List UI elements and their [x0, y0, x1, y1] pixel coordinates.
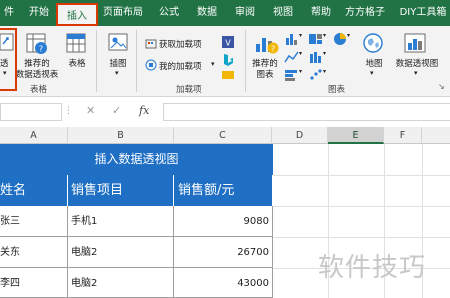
svg-text:?: ? [271, 45, 275, 54]
formula-input[interactable] [163, 103, 450, 121]
name-box-separator-icon: ⋮ [64, 106, 73, 116]
pie-chart-icon[interactable] [332, 32, 348, 46]
enter-icon[interactable]: ✓ [112, 104, 121, 117]
tab-view[interactable]: 视图 [266, 0, 300, 26]
pivot-chart-icon [404, 33, 426, 53]
table-cell-amount[interactable]: 26700 [174, 237, 273, 268]
tab-file[interactable]: 件 [0, 0, 18, 26]
chevron-down-icon[interactable]: ▾ [323, 50, 326, 57]
tab-help[interactable]: 帮助 [304, 0, 338, 26]
table-cell-name[interactable]: 关东 [0, 237, 68, 268]
illustrations-button-label[interactable]: 插图 [106, 57, 130, 69]
table-cell-amount[interactable]: 43000 [174, 268, 273, 298]
table-cell-name[interactable]: 张三 [0, 206, 68, 237]
tab-fangfang[interactable]: 方方格子 [340, 0, 390, 26]
column-header-e[interactable]: E [328, 127, 384, 144]
table-cell-item[interactable]: 电脑2 [68, 237, 174, 268]
map-chart-icon [363, 33, 383, 53]
illustrations-icon [108, 33, 128, 51]
formula-bar: ⋮ ✕ ✓ fx [0, 101, 450, 123]
recommended-pivot-label-2[interactable]: 数据透视表 [15, 68, 59, 80]
chevron-down-icon[interactable]: ▾ [299, 50, 302, 57]
addin-bing-icon[interactable] [221, 53, 235, 67]
recommended-pivot-icon: ? [26, 33, 47, 54]
tab-diy-toolbox[interactable]: DIY工具箱 [396, 0, 450, 26]
column-header-b[interactable]: B [68, 127, 174, 144]
chevron-down-icon[interactable]: ▾ [347, 32, 350, 39]
hierarchy-chart-icon[interactable] [308, 32, 324, 46]
addin-people-icon[interactable] [221, 70, 235, 80]
svg-text:V: V [225, 39, 231, 48]
ribbon-insert: 透 ▾ ? 推荐的 数据透视表 表格 表格 插图 ▾ 获取加载项 我的加载项 ▾… [0, 26, 450, 97]
group-charts-label: 图表 [328, 85, 346, 95]
line-chart-icon[interactable] [284, 50, 300, 64]
group-table-label: 表格 [30, 85, 48, 95]
my-addins-button[interactable]: 我的加载项 [159, 60, 202, 72]
header-name[interactable]: 姓名 [0, 175, 68, 206]
chevron-down-icon[interactable]: ▾ [323, 32, 326, 39]
column-header-f[interactable]: F [384, 127, 422, 144]
my-addins-icon [145, 59, 157, 71]
get-addins-button[interactable]: 获取加载项 [159, 38, 202, 50]
header-item[interactable]: 销售项目 [68, 175, 174, 206]
chevron-down-icon[interactable]: ▾ [370, 69, 374, 77]
dialog-launcher-icon[interactable]: ↘ [438, 82, 445, 91]
recommended-charts-icon: ? [256, 38, 279, 54]
insert-function-icon[interactable]: fx [139, 104, 149, 117]
tab-formulas[interactable]: 公式 [152, 0, 186, 26]
tab-insert[interactable]: 插入 [56, 3, 98, 26]
column-header-a[interactable]: A [0, 127, 68, 144]
table-icon [66, 33, 86, 53]
header-amount[interactable]: 销售额/元 [174, 175, 273, 206]
name-box[interactable] [0, 103, 62, 121]
chevron-down-icon[interactable]: ▾ [115, 69, 119, 77]
ribbon-separator [245, 30, 246, 92]
tab-data[interactable]: 数据 [190, 0, 224, 26]
cancel-icon[interactable]: ✕ [86, 104, 95, 117]
table-cell-amount[interactable]: 9080 [174, 206, 273, 237]
chevron-down-icon[interactable]: ▾ [299, 32, 302, 39]
table-cell-name[interactable]: 李四 [0, 268, 68, 298]
chevron-down-icon[interactable]: ▾ [323, 68, 326, 75]
ribbon-tab-bar: 件 开始 插入 页面布局 公式 数据 审阅 视图 帮助 方方格子 DIY工具箱 [0, 0, 450, 26]
chevron-down-icon[interactable]: ▾ [299, 68, 302, 75]
column-header-c[interactable]: C [174, 127, 272, 144]
table-title[interactable]: 插入数据透视图 [0, 144, 273, 175]
ribbon-separator [96, 30, 97, 92]
ribbon-separator [136, 30, 137, 92]
pivot-table-highlight [0, 28, 17, 91]
tab-review[interactable]: 审阅 [228, 0, 262, 26]
table-cell-item[interactable]: 手机1 [68, 206, 174, 237]
group-addins-label: 加载项 [176, 85, 202, 95]
table-cell-item[interactable]: 电脑2 [68, 268, 174, 298]
column-chart-icon[interactable] [284, 32, 300, 46]
bar-chart-icon[interactable] [284, 68, 300, 82]
grid-line [272, 237, 450, 238]
tab-home[interactable]: 开始 [22, 0, 56, 26]
recommended-charts-label-2[interactable]: 图表 [252, 68, 278, 80]
column-header-d[interactable]: D [272, 127, 328, 144]
map-button-label[interactable]: 地图 [362, 57, 386, 69]
tab-page-layout[interactable]: 页面布局 [100, 0, 146, 26]
pivot-chart-button-label[interactable]: 数据透视图 [390, 57, 444, 69]
grid-line [272, 206, 450, 207]
chevron-down-icon[interactable]: ▾ [414, 69, 418, 77]
addin-visio-icon[interactable]: V [221, 35, 235, 49]
chevron-down-icon[interactable]: ▾ [211, 60, 215, 68]
scatter-chart-icon[interactable] [308, 68, 324, 82]
svg-text:?: ? [39, 45, 43, 54]
table-button-label[interactable]: 表格 [66, 57, 88, 69]
statistic-chart-icon[interactable] [308, 50, 324, 64]
column-header-blank [422, 127, 450, 144]
store-icon [145, 39, 157, 49]
watermark-text: 软件技巧 [318, 253, 427, 283]
grid-line [272, 175, 450, 176]
